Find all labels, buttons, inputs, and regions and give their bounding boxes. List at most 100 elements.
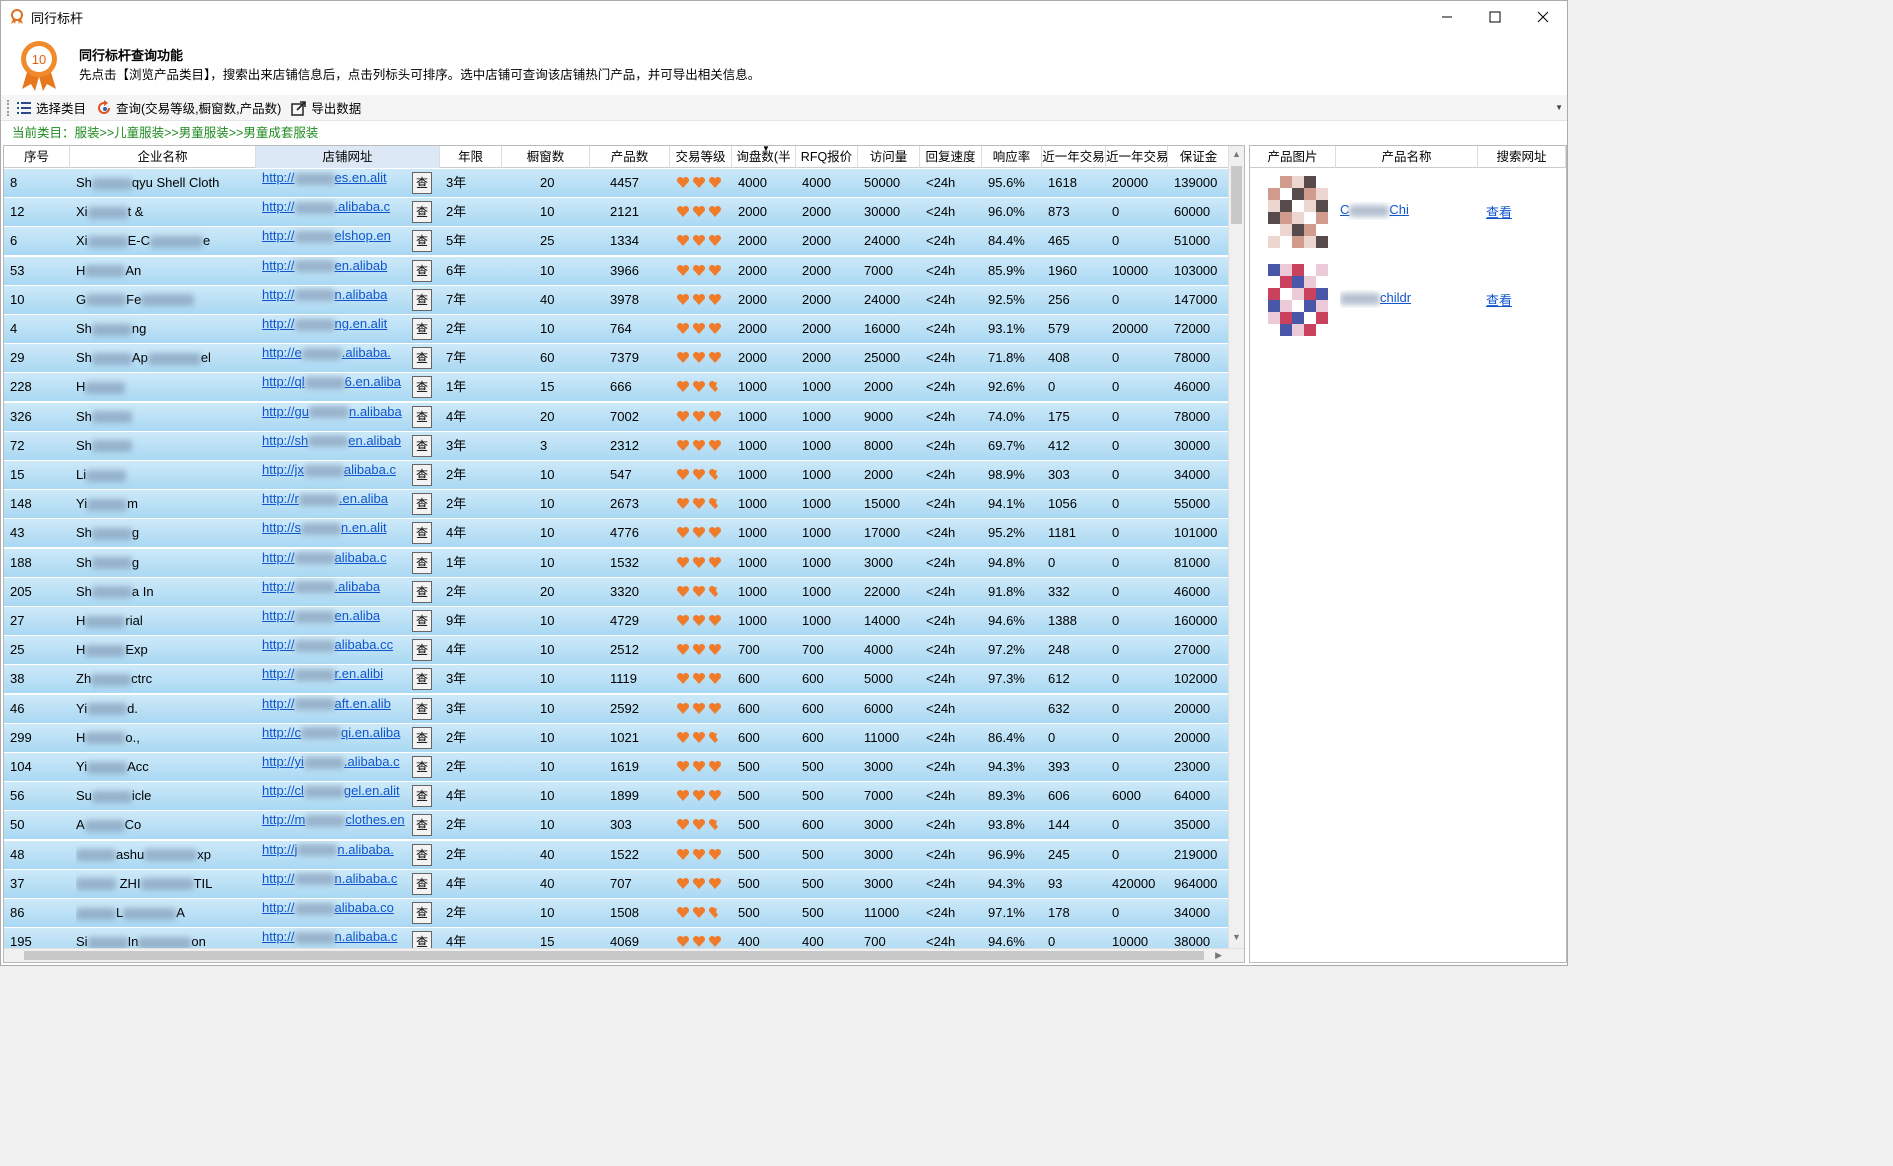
header-col-id[interactable]: 序号 — [4, 146, 70, 168]
table-row[interactable]: 8 Sh qyu Shell Cloth http://es.en.alit 查 3年 20… — [4, 169, 1230, 198]
check-shop-button[interactable]: 查 — [412, 288, 432, 311]
cell-url[interactable]: http://.alibaba — [262, 578, 410, 606]
header-col-url[interactable]: 店铺网址 — [256, 146, 440, 168]
check-shop-button[interactable]: 查 — [412, 376, 432, 399]
product-thumbnail[interactable] — [1262, 174, 1334, 252]
table-row[interactable]: 38 Zh ctrc http://r.en.alibi 查 3年 10 1119 600 600… — [4, 665, 1230, 695]
check-shop-button[interactable]: 查 — [412, 259, 432, 282]
check-shop-button[interactable]: 查 — [412, 872, 432, 895]
product-name-link[interactable]: childr — [1340, 290, 1476, 308]
table-row[interactable]: 326 Sh http://gu n.alibaba 查 4年 20 7002 1000 1000… — [4, 402, 1230, 432]
header-col-reply-speed[interactable]: 回复速度 — [920, 146, 982, 168]
product-row[interactable]: C Chi 查看 — [1250, 170, 1566, 256]
table-row[interactable]: 6 Xi E-C e http://elshop.en 查 5年 25 1334 2000 2000… — [4, 227, 1230, 257]
cell-url[interactable]: http://alibaba.cc — [262, 636, 410, 664]
cell-url[interactable]: http://e .alibaba. — [262, 344, 410, 372]
check-shop-button[interactable]: 查 — [412, 405, 432, 428]
cell-url[interactable]: http://elshop.en — [262, 227, 410, 255]
check-shop-button[interactable]: 查 — [412, 464, 432, 486]
cell-url[interactable]: http://aft.en.alib — [262, 695, 410, 723]
cell-url[interactable]: http://ql 6.en.aliba — [262, 373, 410, 401]
header-col-tx-amount[interactable]: 近一年交易 — [1106, 146, 1168, 168]
check-shop-button[interactable]: 查 — [412, 931, 432, 949]
check-shop-button[interactable]: 查 — [412, 697, 432, 720]
table-row[interactable]: 56 Su icle http://cl gel.en.alit 查 4年 10 1899 500… — [4, 782, 1230, 812]
table-row[interactable]: 4 Sh ng http://ng.en.alit 查 2年 10 764 2000 2000 16… — [4, 315, 1230, 344]
table-row[interactable]: 72 Sh http://sh en.alibab 查 3年 3 2312 1000 1000 80… — [4, 431, 1230, 461]
cell-url[interactable]: http://m clothes.en — [262, 811, 410, 839]
check-shop-button[interactable]: 查 — [412, 318, 432, 340]
check-shop-button[interactable]: 查 — [412, 639, 432, 662]
header-search-url[interactable]: 搜索网址 — [1478, 146, 1566, 168]
check-shop-button[interactable]: 查 — [412, 843, 432, 866]
table-row[interactable]: 10 G Fe http://n.alibaba 查 7年 40 3978 2000 2000 24… — [4, 285, 1230, 315]
table-row[interactable]: 50 A Co http://m clothes.en 查 2年 10 303 500 600 300… — [4, 811, 1230, 841]
check-shop-button[interactable]: 查 — [412, 756, 432, 778]
table-row[interactable]: 37 ZHI TIL http://n.alibaba.c 查 4年 40 707 500 50… — [4, 869, 1230, 899]
cell-url[interactable]: http://n.alibaba — [262, 286, 410, 314]
check-shop-button[interactable]: 查 — [412, 230, 432, 253]
check-shop-button[interactable]: 查 — [412, 902, 432, 924]
header-col-tx-count[interactable]: 近一年交易 — [1042, 146, 1106, 168]
vertical-scrollbar[interactable]: ▲ ▼ — [1228, 146, 1244, 949]
view-product-link[interactable]: 查看 — [1486, 202, 1512, 221]
table-row[interactable]: 188 Sh g http://alibaba.c 查 1年 10 1532 1000 1000 3… — [4, 548, 1230, 578]
check-shop-button[interactable]: 查 — [412, 434, 432, 457]
table-row[interactable]: 53 H An http://en.alibab 查 6年 10 3966 2000 2000 70… — [4, 256, 1230, 286]
header-col-deposit[interactable]: 保证金 — [1168, 146, 1230, 168]
cell-url[interactable]: http://j n.alibaba. — [262, 841, 410, 869]
check-shop-button[interactable]: 查 — [412, 347, 432, 370]
check-shop-button[interactable]: 查 — [412, 814, 432, 837]
check-shop-button[interactable]: 查 — [412, 785, 432, 808]
cell-url[interactable]: http://.alibaba.c — [262, 198, 410, 226]
horizontal-scrollbar[interactable]: ▶ — [4, 948, 1244, 962]
cell-url[interactable]: http://n.alibaba.c — [262, 870, 410, 898]
table-row[interactable]: 46 Yi d. http://aft.en.alib 查 3年 10 2592 600 600 6… — [4, 694, 1230, 724]
scroll-down-icon[interactable]: ▼ — [1232, 932, 1241, 942]
cell-url[interactable]: http://yi .alibaba.c — [262, 753, 410, 781]
cell-url[interactable]: http://en.aliba — [262, 607, 410, 635]
cell-url[interactable]: http://n.alibaba.c — [262, 928, 410, 949]
check-shop-button[interactable]: 查 — [412, 726, 432, 749]
check-shop-button[interactable]: 查 — [412, 580, 432, 603]
table-row[interactable]: 27 Hrial http://en.aliba 查 9年 10 4729 1000 1000 1… — [4, 607, 1230, 636]
table-row[interactable]: 25 H Exp http://alibaba.cc 查 4年 10 2512 700 700 40… — [4, 636, 1230, 666]
table-row[interactable]: 195 Si In on http://n.alibaba.c 查 4年 15 4069 400 4… — [4, 928, 1230, 949]
table-row[interactable]: 15 Li http://jx alibaba.c 查 2年 10 547 1000 1000 20… — [4, 461, 1230, 490]
table-row[interactable]: 228 Hhttp://ql 6.en.aliba 查 1年 15 666 1000 1000 2… — [4, 373, 1230, 403]
header-col-company[interactable]: 企业名称 — [70, 146, 256, 168]
horizontal-scroll-thumb[interactable] — [24, 951, 1204, 960]
view-product-link[interactable]: 查看 — [1486, 290, 1512, 309]
select-category-button[interactable]: 选择类目 — [16, 98, 86, 117]
check-shop-button[interactable]: 查 — [412, 201, 432, 224]
cell-url[interactable]: http://r .en.aliba — [262, 490, 410, 518]
table-row[interactable]: 29 Sh Ap el http://e .alibaba. 查 7年 60 7379 2000 20… — [4, 344, 1230, 374]
check-shop-button[interactable]: 查 — [412, 172, 432, 194]
cell-url[interactable]: http://es.en.alit — [262, 169, 410, 197]
toolbar-grip[interactable] — [7, 99, 10, 116]
vertical-scroll-thumb[interactable] — [1231, 166, 1242, 224]
table-row[interactable]: 43 Sh g http://s n.en.alit 查 4年 10 4776 1000 1000 1… — [4, 519, 1230, 549]
toolbar-overflow-icon[interactable]: ▼ — [1555, 103, 1563, 112]
header-col-years[interactable]: 年限 — [440, 146, 502, 168]
minimize-button[interactable] — [1423, 1, 1471, 33]
header-col-windows[interactable]: 橱窗数 — [502, 146, 590, 168]
export-button[interactable]: 导出数据 — [291, 98, 361, 117]
cell-url[interactable]: http://jx alibaba.c — [262, 461, 410, 489]
cell-url[interactable]: http://ng.en.alit — [262, 315, 410, 343]
header-col-visits[interactable]: 访问量 — [858, 146, 920, 168]
header-col-inquiries[interactable]: 询盘数(半 — [732, 146, 796, 168]
check-shop-button[interactable]: 查 — [412, 668, 432, 691]
table-row[interactable]: 86 L Ahttp://alibaba.co 查 2年 10 1508 500 500 1100… — [4, 899, 1230, 928]
close-button[interactable] — [1519, 1, 1567, 33]
header-col-trade-level[interactable]: 交易等级 — [670, 146, 732, 168]
cell-url[interactable]: http://gu n.alibaba — [262, 403, 410, 431]
header-col-rfq[interactable]: RFQ报价 — [796, 146, 858, 168]
table-row[interactable]: 104 Yi Acc http://yi .alibaba.c 查 2年 10 1619 500 5… — [4, 753, 1230, 782]
product-row[interactable]: childr 查看 — [1250, 258, 1566, 344]
check-shop-button[interactable]: 查 — [412, 551, 432, 574]
cell-url[interactable]: http://alibaba.c — [262, 549, 410, 577]
table-row[interactable]: 48 ashu xp http://j n.alibaba. 查 2年 40 1522 500 50… — [4, 840, 1230, 870]
cell-url[interactable]: http://c qi.en.aliba — [262, 724, 410, 752]
cell-url[interactable]: http://s n.en.alit — [262, 519, 410, 547]
